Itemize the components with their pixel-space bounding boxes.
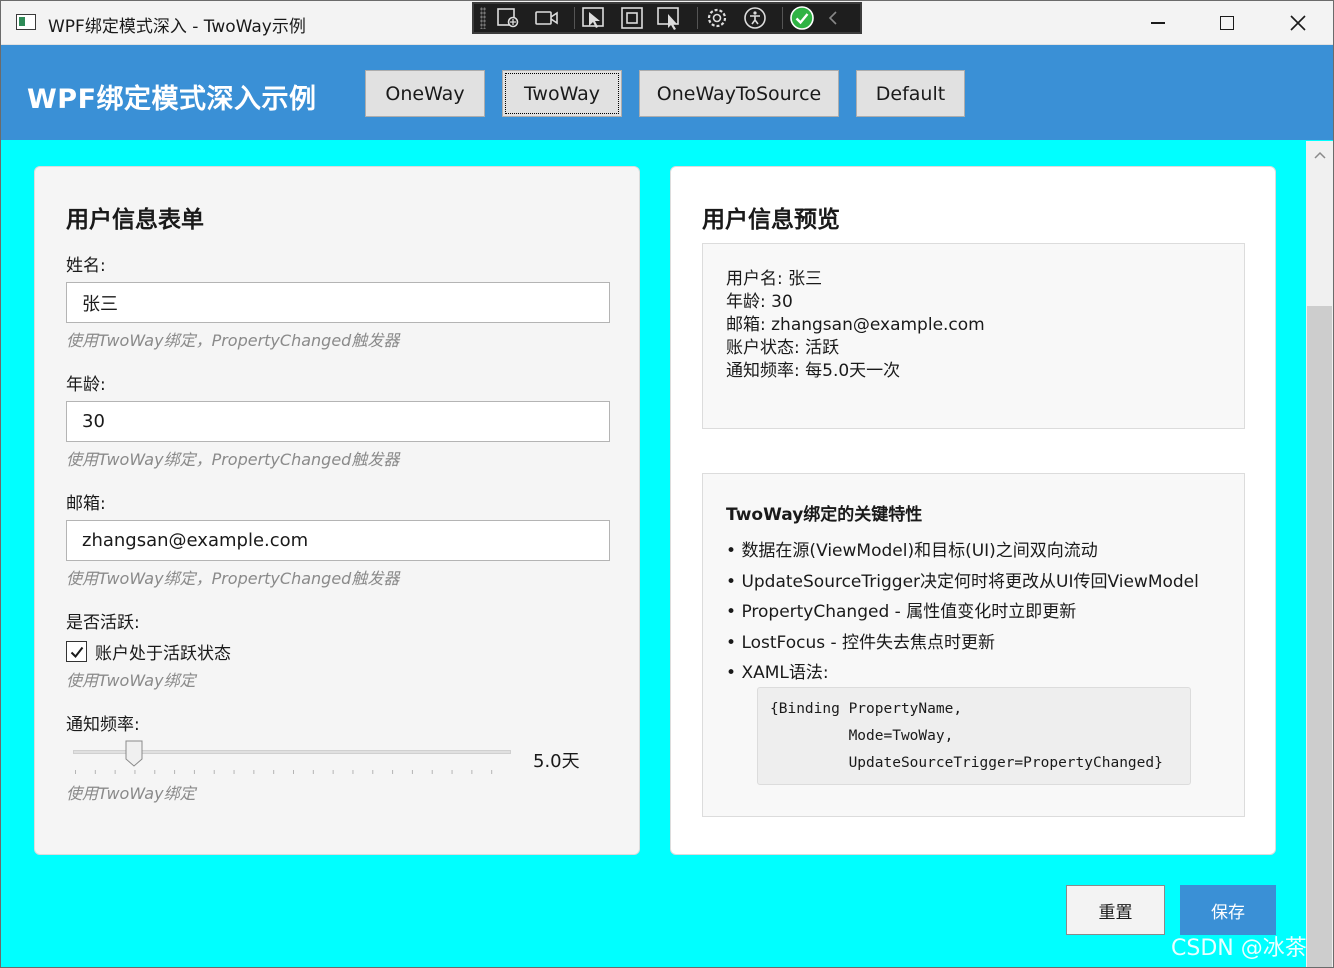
mode-button-twoway[interactable]: TwoWay bbox=[502, 70, 622, 117]
feature-item: XAML语法: bbox=[726, 658, 1199, 689]
check-circle-icon[interactable] bbox=[787, 5, 817, 31]
header-band: WPF绑定模式深入示例 OneWay TwoWay OneWayToSource… bbox=[1, 45, 1333, 140]
preview-line-age: 年龄: 30 bbox=[726, 292, 793, 312]
feature-item: LostFocus - 控件失去焦点时更新 bbox=[726, 628, 1199, 659]
page-title: WPF绑定模式深入示例 bbox=[27, 84, 317, 115]
minimize-icon bbox=[1151, 22, 1165, 24]
preview-line-username: 用户名: 张三 bbox=[726, 269, 823, 289]
feature-box: TwoWay绑定的关键特性 数据在源(ViewModel)和目标(UI)之间双向… bbox=[702, 473, 1245, 817]
age-label: 年龄: bbox=[66, 375, 106, 395]
close-button[interactable] bbox=[1263, 1, 1333, 45]
code-line: Mode=TwoWay, bbox=[770, 728, 954, 744]
feature-title: TwoWay绑定的关键特性 bbox=[726, 505, 923, 525]
watermark: CSDN @冰茶 bbox=[1171, 936, 1307, 961]
vertical-scrollbar[interactable] bbox=[1306, 141, 1333, 967]
select-element-icon[interactable] bbox=[494, 5, 524, 31]
form-title: 用户信息表单 bbox=[66, 207, 204, 233]
toolbar-separator bbox=[782, 7, 783, 29]
code-line: {Binding PropertyName, bbox=[770, 701, 963, 717]
close-icon bbox=[1290, 15, 1306, 31]
code-line: UpdateSourceTrigger=PropertyChanged} bbox=[770, 755, 1163, 771]
inspect-icon[interactable] bbox=[655, 5, 685, 31]
active-label: 是否活跃: bbox=[66, 613, 140, 633]
active-checkbox-label: 账户处于活跃状态 bbox=[95, 644, 231, 664]
preview-line-status: 账户状态: 活跃 bbox=[726, 338, 840, 358]
mode-button-default[interactable]: Default bbox=[856, 70, 965, 117]
feature-item: 数据在源(ViewModel)和目标(UI)之间双向流动 bbox=[726, 536, 1199, 567]
minimize-button[interactable] bbox=[1123, 1, 1193, 45]
name-input[interactable]: 张三 bbox=[66, 282, 610, 323]
age-hint: 使用TwoWay绑定，PropertyChanged触发器 bbox=[66, 450, 400, 469]
email-hint: 使用TwoWay绑定，PropertyChanged触发器 bbox=[66, 569, 400, 588]
maximize-button[interactable] bbox=[1192, 1, 1262, 45]
preview-title: 用户信息预览 bbox=[702, 207, 840, 233]
app-window: WPF绑定模式深入 - TwoWay示例 WPF绑定模式深入示例 OneWay … bbox=[0, 0, 1334, 968]
active-hint: 使用TwoWay绑定 bbox=[66, 671, 196, 690]
feature-list: 数据在源(ViewModel)和目标(UI)之间双向流动 UpdateSourc… bbox=[726, 536, 1199, 689]
mode-button-onewaytosource[interactable]: OneWayToSource bbox=[639, 70, 839, 117]
feature-item: PropertyChanged - 属性值变化时立即更新 bbox=[726, 597, 1199, 628]
name-label: 姓名: bbox=[66, 256, 106, 276]
debug-toolbar bbox=[472, 2, 862, 34]
email-label: 邮箱: bbox=[66, 494, 106, 514]
active-checkbox-row[interactable]: 账户处于活跃状态 bbox=[66, 639, 231, 664]
window-title: WPF绑定模式深入 - TwoWay示例 bbox=[48, 17, 306, 37]
frame-icon[interactable] bbox=[617, 5, 647, 31]
frequency-value: 5.0天 bbox=[533, 751, 580, 772]
settings-icon[interactable] bbox=[702, 5, 732, 31]
mode-button-oneway[interactable]: OneWay bbox=[365, 70, 485, 117]
frequency-slider-ticks bbox=[75, 770, 493, 774]
feature-item: UpdateSourceTrigger决定何时将更改从UI传回ViewModel bbox=[726, 567, 1198, 598]
toolbar-separator bbox=[697, 7, 698, 29]
preview-line-frequency: 通知频率: 每5.0天一次 bbox=[726, 361, 901, 381]
scrollbar-thumb[interactable] bbox=[1307, 306, 1332, 967]
pointer-icon[interactable] bbox=[579, 5, 609, 31]
record-icon[interactable] bbox=[532, 5, 562, 31]
age-input[interactable]: 30 bbox=[66, 401, 610, 442]
preview-lines: 用户名: 张三 年龄: 30 邮箱: zhangsan@example.com … bbox=[726, 268, 985, 383]
accessibility-icon[interactable] bbox=[740, 5, 770, 31]
user-form-card: 用户信息表单 姓名: 张三 使用TwoWay绑定，PropertyChanged… bbox=[34, 166, 640, 855]
user-preview-card: 用户信息预览 用户名: 张三 年龄: 30 邮箱: zhangsan@examp… bbox=[670, 166, 1276, 855]
preview-summary-box: 用户名: 张三 年龄: 30 邮箱: zhangsan@example.com … bbox=[702, 243, 1245, 429]
toolbar-separator bbox=[574, 7, 575, 29]
app-icon bbox=[16, 14, 36, 30]
save-button[interactable]: 保存 bbox=[1180, 885, 1276, 935]
checkmark-icon bbox=[70, 646, 83, 658]
scroll-up-icon[interactable] bbox=[1306, 141, 1333, 169]
preview-line-email: 邮箱: zhangsan@example.com bbox=[726, 315, 985, 335]
frequency-hint: 使用TwoWay绑定 bbox=[66, 784, 196, 803]
collapse-icon[interactable] bbox=[825, 5, 841, 31]
frequency-slider-thumb[interactable] bbox=[125, 740, 143, 767]
toolbar-grip[interactable] bbox=[480, 7, 486, 29]
active-checkbox[interactable] bbox=[66, 641, 87, 662]
maximize-icon bbox=[1220, 16, 1234, 30]
reset-button[interactable]: 重置 bbox=[1066, 885, 1165, 935]
frequency-label: 通知频率: bbox=[66, 715, 140, 735]
xaml-code-block: {Binding PropertyName, Mode=TwoWay, Upda… bbox=[757, 687, 1191, 785]
name-hint: 使用TwoWay绑定，PropertyChanged触发器 bbox=[66, 331, 400, 350]
email-input[interactable]: zhangsan@example.com bbox=[66, 520, 610, 561]
